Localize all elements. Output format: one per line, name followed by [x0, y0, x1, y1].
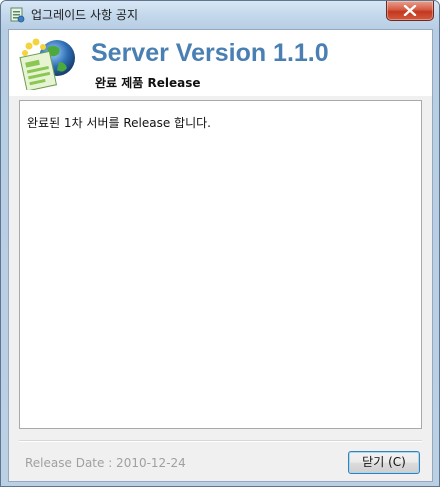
header-panel: Server Version 1.1.0 완료 제품 Release	[9, 30, 432, 96]
close-button-label: 닫기 (C)	[362, 455, 406, 469]
notice-content-area[interactable]: 완료된 1차 서버를 Release 합니다.	[19, 100, 422, 429]
window-title: 업그레이드 사항 공지	[31, 8, 138, 22]
close-button[interactable]: 닫기 (C)	[348, 451, 420, 474]
notice-text: 완료된 1차 서버를 Release 합니다.	[27, 116, 211, 130]
app-icon	[9, 7, 25, 23]
release-date-label: Release Date : 2010-12-24	[25, 456, 186, 470]
page-title: Server Version 1.1.0	[91, 39, 329, 67]
window-close-button[interactable]	[386, 1, 434, 21]
notice-window: 업그레이드 사항 공지 Server Version 1.1.0 완료 제품 R…	[0, 0, 440, 487]
footer-divider	[19, 440, 422, 442]
dialog-body: Server Version 1.1.0 완료 제품 Release 완료된 1…	[8, 29, 433, 482]
title-bar[interactable]: 업그레이드 사항 공지	[1, 1, 439, 29]
close-icon	[403, 5, 417, 16]
page-subtitle: 완료 제품 Release	[95, 76, 201, 90]
globe-document-logo-icon	[19, 38, 77, 92]
